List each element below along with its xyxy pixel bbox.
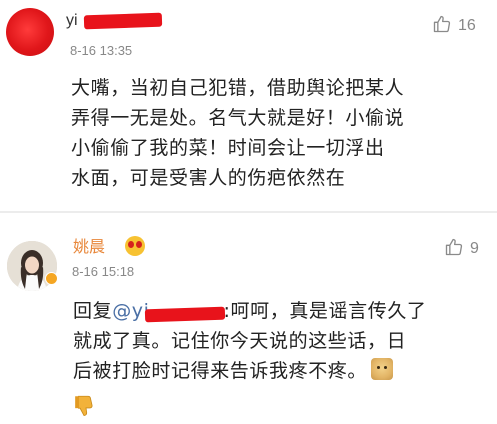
doge-emoji-icon bbox=[371, 358, 394, 380]
thumb-down-icon bbox=[73, 393, 99, 423]
like-button[interactable]: 16 bbox=[432, 14, 476, 38]
like-count: 9 bbox=[470, 240, 479, 257]
like-count: 16 bbox=[458, 17, 476, 34]
username-redaction bbox=[144, 306, 226, 323]
comment-line: 回复@yi:呵呵，真是谣言传久了 bbox=[73, 296, 493, 326]
comment-line: 弄得一无是处。名气大就是好！小偷说 bbox=[71, 107, 405, 129]
reply-text: :呵呵，真是谣言传久了 bbox=[223, 300, 427, 322]
verified-badge-icon bbox=[45, 272, 58, 285]
username-redaction bbox=[83, 12, 163, 30]
comment-line: 就成了真。记住你今天说的这些话，日 bbox=[73, 330, 407, 352]
comment-item: yi 8-16 13:35 16 大嘴，当初自己犯错，借助舆论把某人 弄得一无是… bbox=[0, 0, 497, 213]
comment-text: 大嘴，当初自己犯错，借助舆论把某人 弄得一无是处。名气大就是好！小偷说 小偷偷了… bbox=[71, 73, 491, 193]
comment-text: 回复@yi:呵呵，真是谣言传久了 就成了真。记住你今天说的这些话，日 后被打脸时… bbox=[73, 296, 493, 386]
avatar[interactable] bbox=[6, 8, 54, 56]
comment-line-text: 后被打脸时记得来告诉我疼不疼。 bbox=[73, 360, 368, 382]
comment-line: 后被打脸时记得来告诉我疼不疼。 bbox=[73, 356, 493, 386]
thumb-up-icon bbox=[444, 237, 464, 261]
comment-timestamp: 8-16 13:35 bbox=[70, 43, 133, 58]
comment-line: 水面，可是受害人的伤疤依然在 bbox=[71, 167, 346, 189]
surprised-emoji-icon bbox=[125, 236, 145, 256]
comment-timestamp: 8-16 15:18 bbox=[72, 264, 135, 279]
comment-username[interactable]: 姚晨 bbox=[73, 233, 105, 257]
comment-line: 大嘴，当初自己犯错，借助舆论把某人 bbox=[71, 77, 405, 99]
reply-prefix: 回复 bbox=[73, 300, 113, 322]
comment-username[interactable]: yi bbox=[66, 12, 78, 30]
comment-line: 小偷偷了我的菜！时间会让一切浮出 bbox=[71, 137, 385, 159]
comment-item: 姚晨 8-16 15:18 9 回复@yi:呵呵，真是谣言传久了 就成了真。记住… bbox=[0, 213, 497, 424]
thumb-up-icon bbox=[432, 14, 452, 38]
like-button[interactable]: 9 bbox=[444, 237, 479, 261]
